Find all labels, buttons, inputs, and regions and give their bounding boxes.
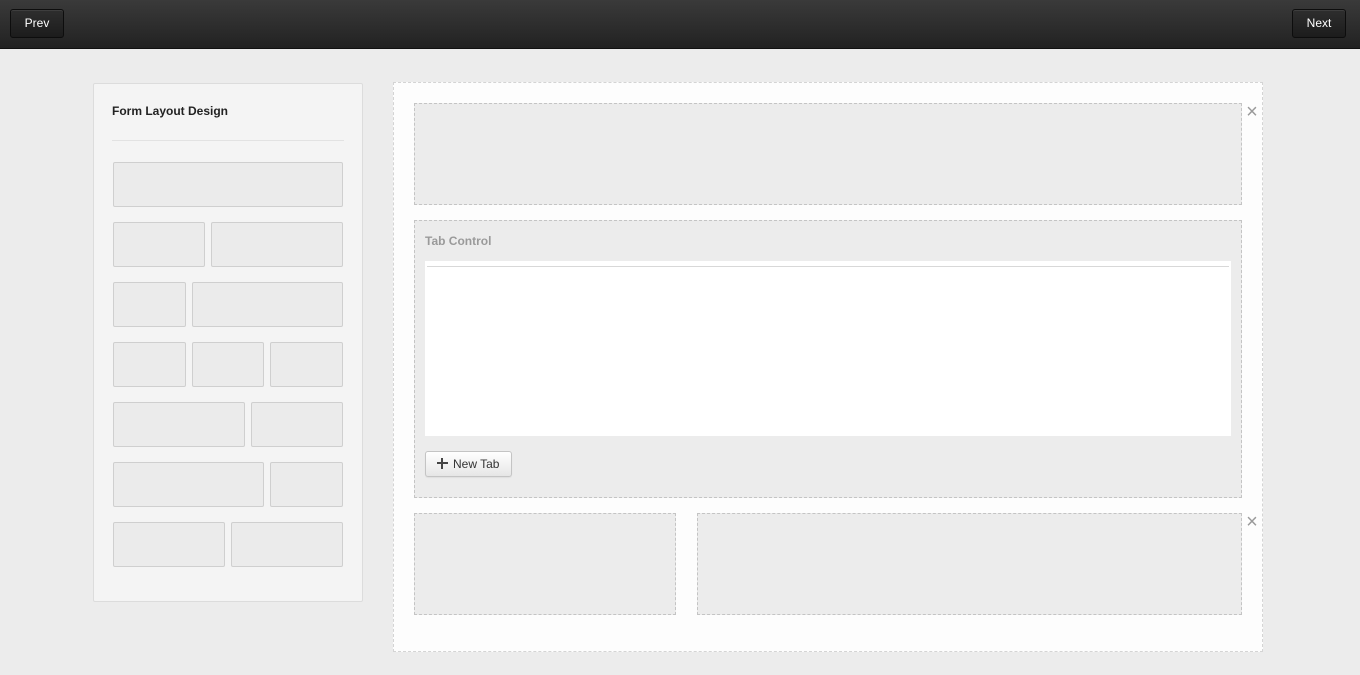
prev-button[interactable]: Prev xyxy=(10,9,64,38)
palette-divider xyxy=(112,140,344,141)
top-navigation-bar: Prev Next xyxy=(0,0,1360,49)
layout-template-cell[interactable] xyxy=(113,282,186,327)
layout-template-one-column[interactable] xyxy=(113,162,343,207)
layout-palette: Form Layout Design xyxy=(93,83,363,602)
form-row-drop-zone[interactable] xyxy=(414,103,1242,205)
new-tab-label: New Tab xyxy=(453,457,500,471)
layout-template-cell[interactable] xyxy=(192,282,343,327)
layout-template-cell[interactable] xyxy=(113,222,205,267)
plus-icon xyxy=(437,458,448,469)
close-icon[interactable]: × xyxy=(1245,512,1259,532)
palette-title: Form Layout Design xyxy=(112,104,229,118)
layout-template-cell[interactable] xyxy=(113,522,225,567)
new-tab-button[interactable]: New Tab xyxy=(425,451,512,477)
tab-content-area[interactable] xyxy=(425,261,1231,436)
form-cell-drop-zone[interactable] xyxy=(697,513,1242,615)
tab-strip xyxy=(427,266,1229,267)
layout-template-cell[interactable] xyxy=(113,402,245,447)
close-icon[interactable]: × xyxy=(1245,102,1259,122)
layout-template-cell[interactable] xyxy=(113,342,186,387)
layout-template-cell[interactable] xyxy=(251,402,343,447)
tab-control-container[interactable]: Tab Control New Tab xyxy=(414,220,1242,498)
next-button[interactable]: Next xyxy=(1292,9,1346,38)
layout-template-cell[interactable] xyxy=(270,462,343,507)
layout-template-cell[interactable] xyxy=(192,342,264,387)
form-cell-drop-zone[interactable] xyxy=(414,513,676,615)
layout-template-cell[interactable] xyxy=(231,522,343,567)
layout-template-cell[interactable] xyxy=(270,342,343,387)
form-canvas: × Tab Control New Tab × xyxy=(393,82,1263,652)
layout-template-cell[interactable] xyxy=(211,222,343,267)
layout-template-cell[interactable] xyxy=(113,462,264,507)
tab-control-title: Tab Control xyxy=(425,234,492,248)
